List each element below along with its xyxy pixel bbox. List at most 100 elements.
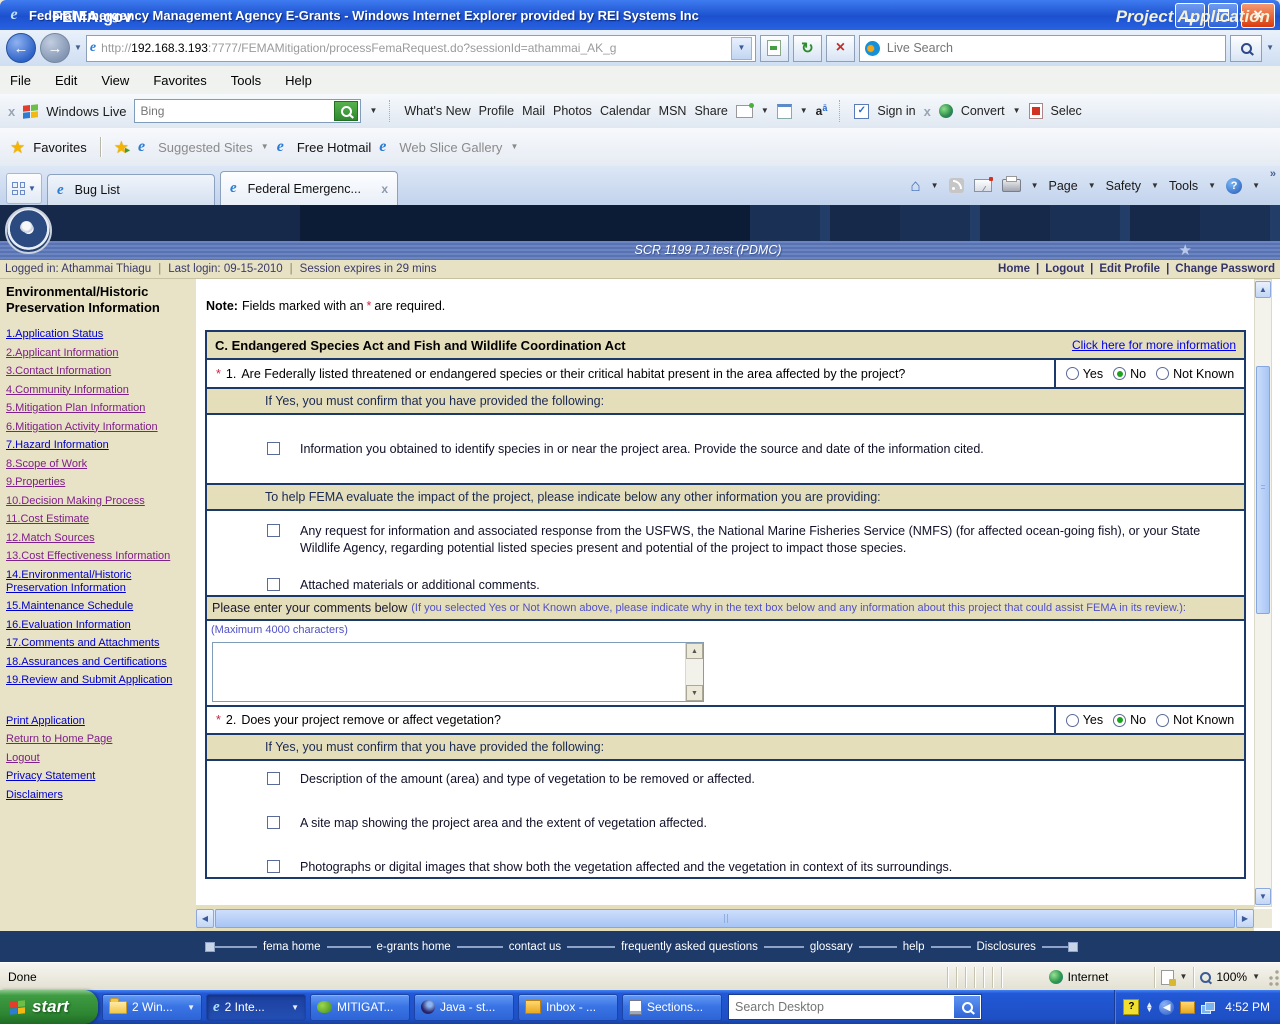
link-photos[interactable]: Photos [553, 104, 592, 118]
footer-link-egrants-home[interactable]: e-grants home [377, 941, 451, 953]
link-whats-new[interactable]: What's New [404, 104, 470, 118]
address-bar-input[interactable]: e http://192.168.3.193:7777/FEMAMitigati… [85, 34, 756, 62]
toolbar-close-icon[interactable]: x [8, 104, 15, 119]
sidebar-item-maintenance-schedule[interactable]: 15.Maintenance Schedule [6, 600, 188, 613]
desktop-search-input[interactable] [729, 1000, 954, 1014]
link-home[interactable]: Home [998, 263, 1030, 275]
safety-dropdown[interactable]: ▼ [1151, 181, 1159, 190]
live-search-box[interactable] [858, 34, 1227, 62]
address-dropdown[interactable]: ▼ [730, 36, 752, 60]
help-dropdown[interactable]: ▼ [1252, 181, 1260, 190]
radio-icon[interactable] [1065, 713, 1079, 727]
link-share[interactable]: Share [694, 104, 727, 118]
link-mail[interactable]: Mail [522, 104, 545, 118]
translate-icon[interactable]: aā [816, 103, 828, 118]
menu-tools[interactable]: Tools [231, 73, 261, 88]
toolbar-overflow-chevron[interactable]: » [1270, 168, 1276, 180]
tab-fema-active[interactable]: e Federal Emergenc... x [220, 171, 398, 205]
search-button[interactable] [1230, 34, 1263, 62]
scroll-left-button[interactable]: ◀ [196, 909, 214, 928]
taskbar-item-windows-group[interactable]: 2 Win... ▼ [102, 993, 202, 1021]
back-button[interactable]: ← [6, 33, 36, 63]
menu-file[interactable]: File [10, 73, 31, 88]
help-tray-icon[interactable]: ? [1123, 999, 1140, 1015]
show-hidden-icons-button[interactable]: ◀ [1159, 999, 1175, 1015]
sidebar-item-assurances-certifications[interactable]: 18.Assurances and Certifications [6, 656, 188, 669]
safety-menu[interactable]: Safety [1106, 179, 1141, 193]
sidebar-item-properties[interactable]: 9.Properties [6, 476, 188, 489]
sidebar-item-match-sources[interactable]: 12.Match Sources [6, 532, 188, 545]
start-button[interactable]: start [0, 990, 98, 1024]
convert-dropdown[interactable]: ▼ [1013, 107, 1021, 115]
tools-dropdown[interactable]: ▼ [1208, 181, 1216, 190]
footer-link-faq[interactable]: frequently asked questions [621, 941, 758, 953]
radio-icon[interactable] [1156, 367, 1170, 380]
web-slice-gallery-dropdown[interactable]: ▼ [510, 143, 518, 151]
scroll-thumb[interactable] [215, 909, 1235, 928]
q2-radio-no[interactable]: No [1113, 713, 1146, 727]
sidebar-item-evaluation-information[interactable]: 16.Evaluation Information [6, 619, 188, 632]
sidebar-item-applicant-information[interactable]: 2.Applicant Information [6, 347, 188, 360]
sidebar-logout[interactable]: Logout [6, 752, 188, 765]
q2-check2-checkbox[interactable] [267, 816, 280, 829]
comments-textarea[interactable]: ▲ ▼ [212, 642, 704, 702]
footer-link-contact-us[interactable]: contact us [509, 941, 561, 953]
sidebar-item-scope-of-work[interactable]: 8.Scope of Work [6, 458, 188, 471]
rss-feeds-icon[interactable] [948, 178, 964, 193]
taskbar-item-inbox[interactable]: Inbox - ... [518, 993, 618, 1021]
sidebar-item-comments-attachments[interactable]: 17.Comments and Attachments [6, 637, 188, 650]
taskbar-item-mitigation[interactable]: MITIGAT... [310, 993, 410, 1021]
footer-link-fema-home[interactable]: fema home [263, 941, 321, 953]
q1-radio-not-known[interactable]: Not Known [1156, 367, 1234, 381]
outlook-tray-icon[interactable] [1180, 1000, 1196, 1014]
zoom-dropdown[interactable]: ▼ [1252, 973, 1260, 981]
footer-link-disclosures[interactable]: Disclosures [977, 941, 1036, 953]
vertical-scrollbar[interactable]: ▲ ▼ [1254, 279, 1272, 907]
home-dropdown[interactable]: ▼ [931, 181, 939, 190]
window-tool-dropdown[interactable]: ▼ [800, 107, 808, 115]
read-mail-icon[interactable] [973, 177, 993, 192]
textarea-scrollbar[interactable]: ▲ ▼ [685, 643, 703, 701]
tab-bug-list[interactable]: e Bug List [47, 174, 215, 205]
desktop-search-button[interactable] [954, 996, 980, 1018]
radio-icon[interactable] [1156, 713, 1170, 727]
print-dropdown[interactable]: ▼ [1031, 181, 1039, 190]
sidebar-item-hazard-information[interactable]: 7.Hazard Information [6, 439, 188, 452]
scroll-thumb[interactable] [1256, 366, 1270, 614]
link-msn[interactable]: MSN [659, 104, 687, 118]
refresh-button[interactable]: ↻ [792, 34, 822, 62]
compatibility-view-button[interactable] [759, 34, 789, 62]
network-tray-icon[interactable] [1201, 1001, 1216, 1014]
q1-radio-yes[interactable]: Yes [1065, 367, 1103, 381]
page-dropdown[interactable]: ▼ [1088, 181, 1096, 190]
sidebar-item-cost-estimate[interactable]: 11.Cost Estimate [6, 513, 188, 526]
suggested-sites-button[interactable]: Suggested Sites [158, 140, 253, 155]
radio-selected-icon[interactable] [1113, 367, 1127, 380]
sidebar-print-application[interactable]: Print Application [6, 715, 188, 728]
printer-icon[interactable] [1001, 176, 1021, 192]
footer-link-glossary[interactable]: glossary [810, 941, 853, 953]
sidebar-item-application-status[interactable]: 1.Application Status [6, 328, 188, 341]
convert-button[interactable]: Convert [961, 104, 1005, 118]
sidebar-item-contact-information[interactable]: 3.Contact Information [6, 365, 188, 378]
q1-check3-checkbox[interactable] [267, 578, 280, 591]
resize-grip[interactable] [1266, 966, 1280, 988]
toolbar-arrows-icon[interactable]: ▲ ▼ [1145, 1001, 1153, 1014]
tools-menu[interactable]: Tools [1169, 179, 1198, 193]
link-calendar[interactable]: Calendar [600, 104, 651, 118]
select-button[interactable]: Selec [1051, 104, 1082, 118]
scroll-up-button[interactable]: ▲ [1255, 281, 1271, 298]
sidebar-item-mitigation-activity[interactable]: 6.Mitigation Activity Information [6, 421, 188, 434]
sidebar-item-review-submit[interactable]: 19.Review and Submit Application [6, 674, 188, 687]
q2-radio-not-known[interactable]: Not Known [1156, 713, 1234, 727]
sidebar-item-community-information[interactable]: 4.Community Information [6, 384, 188, 397]
scroll-down-button[interactable]: ▼ [686, 685, 703, 701]
sidebar-return-home[interactable]: Return to Home Page [6, 733, 188, 746]
link-edit-profile[interactable]: Edit Profile [1099, 263, 1160, 275]
bing-search-box[interactable] [134, 99, 362, 123]
stop-button[interactable]: × [825, 34, 855, 62]
footer-link-help[interactable]: help [903, 941, 925, 953]
scroll-right-button[interactable]: ▶ [1236, 909, 1254, 928]
windows-live-label[interactable]: Windows Live [46, 104, 126, 119]
q2-radio-yes[interactable]: Yes [1065, 713, 1103, 727]
